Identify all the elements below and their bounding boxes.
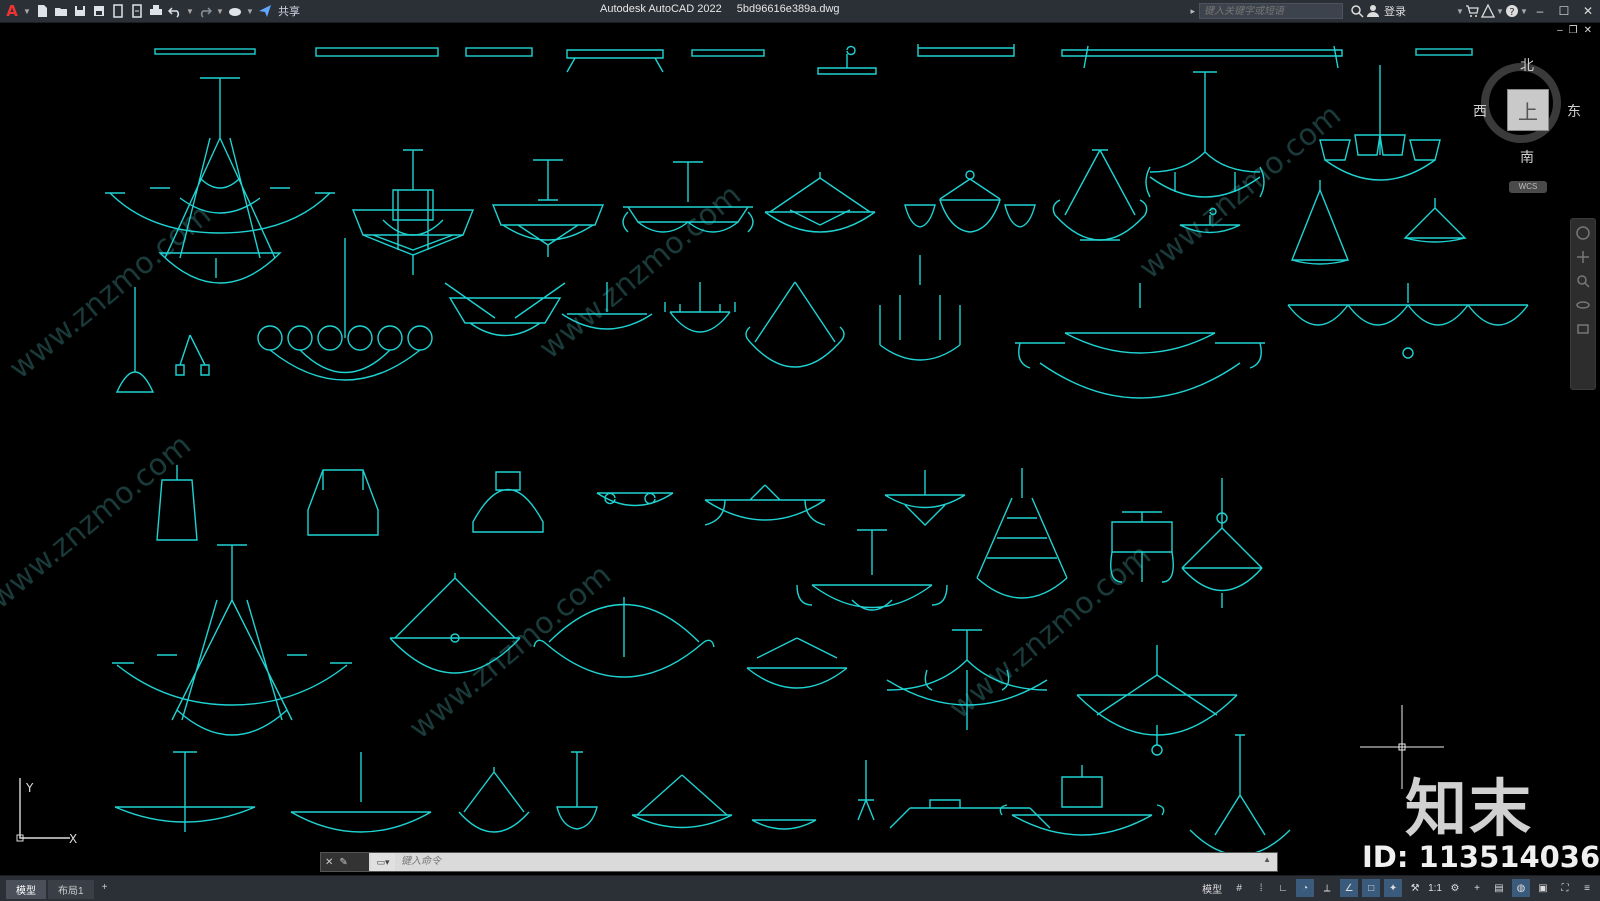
layout-tabs: 模型 布局1 +	[6, 880, 113, 899]
add-icon[interactable]: +	[1468, 879, 1486, 897]
watermark-text: www.znzmo.com	[403, 558, 618, 747]
command-close-icon[interactable]: ✕	[325, 857, 333, 868]
new-icon[interactable]	[34, 3, 50, 19]
ortho-icon[interactable]: ∟	[1274, 879, 1292, 897]
search-input[interactable]	[1199, 3, 1343, 19]
pan-icon[interactable]	[1575, 249, 1591, 265]
annotation-scale-value[interactable]: 1:1	[1428, 883, 1442, 894]
annotation-visibility-icon[interactable]: ✦	[1384, 879, 1403, 897]
snap-icon[interactable]: ⁞	[1252, 879, 1270, 897]
navigation-bar	[1570, 218, 1596, 390]
compass-south[interactable]: 南	[1520, 147, 1534, 167]
grid-icon[interactable]: #	[1230, 879, 1248, 897]
svg-text:?: ?	[1509, 7, 1514, 18]
showmotion-icon[interactable]	[1575, 321, 1591, 337]
isolate-objects-icon[interactable]: ◍	[1512, 879, 1530, 897]
ucs-x-label: X	[69, 832, 77, 846]
save-web-icon[interactable]	[129, 3, 145, 19]
user-icon[interactable]	[1365, 3, 1381, 19]
share-cloud-icon[interactable]	[227, 3, 243, 19]
share-button[interactable]: 共享	[278, 3, 300, 19]
command-line-controls: ✕ ✎	[321, 853, 369, 871]
send-icon[interactable]	[257, 3, 273, 19]
file-name: 5bd96616e389a.dwg	[736, 3, 840, 15]
minimize-icon[interactable]: –	[1528, 0, 1552, 22]
autodesk-app-icon[interactable]	[1480, 3, 1496, 19]
add-layout-button[interactable]: +	[96, 880, 114, 899]
command-line: ✕ ✎ ▭▾ ▲	[320, 852, 1278, 872]
help-icon[interactable]: ?	[1504, 3, 1520, 19]
app-menu-button[interactable]: A	[4, 2, 20, 20]
watermark-text: www.znzmo.com	[533, 178, 748, 367]
watermark-text: www.znzmo.com	[3, 198, 218, 387]
tab-model[interactable]: 模型	[6, 880, 46, 899]
compass-east[interactable]: 东	[1567, 101, 1581, 121]
workspace-caret-icon[interactable]: ▼	[246, 7, 254, 16]
watermark-id: ID: 1135140366	[1362, 840, 1600, 874]
annotation-scale-icon[interactable]: ⚒	[1406, 879, 1424, 897]
watermark-logo: 知末	[1405, 772, 1534, 845]
ucs-y-label: Y	[25, 781, 34, 795]
compass-west[interactable]: 西	[1473, 101, 1487, 121]
polar-tracking-icon[interactable]: ◔	[1296, 879, 1315, 897]
open-web-icon[interactable]	[110, 3, 126, 19]
object-snap-tracking-icon[interactable]: ∠	[1340, 879, 1359, 897]
redo-caret-icon[interactable]: ▼	[216, 7, 224, 16]
command-customize-icon[interactable]: ✎	[339, 857, 347, 868]
status-toggles: 模型 # ⁞ ∟ ◔ ⟂ ∠ □ ✦ ⚒ 1:1 ⚙ + ▤ ◍ ▣ ⛶ ≡	[1198, 879, 1596, 897]
object-snap-icon[interactable]: □	[1362, 879, 1381, 897]
command-input[interactable]	[399, 855, 1223, 868]
search-icon[interactable]	[1349, 3, 1365, 19]
isodraft-icon[interactable]: ⟂	[1318, 879, 1336, 897]
steering-wheel-icon[interactable]	[1575, 225, 1591, 241]
watermark-text: www.znzmo.com	[943, 538, 1158, 727]
save-as-icon[interactable]	[91, 3, 107, 19]
close-icon[interactable]: ✕	[1576, 0, 1600, 22]
units-icon[interactable]: ▤	[1490, 879, 1508, 897]
cart-icon[interactable]	[1464, 3, 1480, 19]
help-caret-icon[interactable]: ▼	[1520, 7, 1528, 16]
hardware-acceleration-icon[interactable]: ▣	[1534, 879, 1552, 897]
app-store-caret-icon[interactable]: ▼	[1496, 7, 1504, 16]
command-history-caret-icon[interactable]: ▲	[1263, 855, 1271, 864]
zoom-extents-icon[interactable]	[1575, 273, 1591, 289]
compass-north[interactable]: 北	[1520, 55, 1534, 75]
watermark-text: www.znzmo.com	[1133, 98, 1348, 287]
app-name: Autodesk AutoCAD 2022	[600, 3, 722, 15]
login-caret-icon[interactable]: ▼	[1456, 7, 1464, 16]
viewcube-top-face[interactable]: 上	[1507, 89, 1549, 131]
login-button[interactable]: 登录	[1384, 3, 1406, 19]
title-bar-right: ▸ 登录 ▼ ▼ ? ▼ – ☐ ✕	[1190, 0, 1600, 22]
search-expand-icon[interactable]: ▸	[1190, 6, 1195, 17]
open-icon[interactable]	[53, 3, 69, 19]
orbit-icon[interactable]	[1575, 297, 1591, 313]
title-bar: A ▼ ▼ ▼ ▼ 共享 Autodesk AutoCAD 2022 5bd96…	[0, 0, 1600, 23]
maximize-icon[interactable]: ☐	[1552, 0, 1576, 22]
clean-screen-icon[interactable]: ⛶	[1556, 879, 1574, 897]
customize-menu-icon[interactable]: ≡	[1578, 879, 1596, 897]
app-menu-caret-icon[interactable]: ▼	[23, 7, 31, 16]
settings-gear-icon[interactable]: ⚙	[1446, 879, 1464, 897]
status-bar: 模型 布局1 + 模型 # ⁞ ∟ ◔ ⟂ ∠ □ ✦ ⚒ 1:1 ⚙ + ▤ …	[0, 875, 1600, 901]
undo-caret-icon[interactable]: ▼	[186, 7, 194, 16]
redo-icon[interactable]	[197, 3, 213, 19]
command-recent-icon[interactable]: ▭▾	[371, 853, 395, 871]
wcs-menu[interactable]: WCS	[1509, 181, 1547, 193]
save-icon[interactable]	[72, 3, 88, 19]
plot-icon[interactable]	[148, 3, 164, 19]
watermark-text: www.znzmo.com	[0, 428, 198, 617]
undo-icon[interactable]	[167, 3, 183, 19]
quick-access-toolbar: A ▼ ▼ ▼ ▼ 共享	[0, 0, 300, 22]
model-space-button[interactable]: 模型	[1198, 881, 1226, 896]
viewcube[interactable]: 上 北 南 东 西 WCS	[1473, 55, 1585, 205]
ucs-icon: Y X	[16, 778, 77, 846]
tab-layout1[interactable]: 布局1	[48, 880, 94, 899]
window-title: Autodesk AutoCAD 2022 5bd96616e389a.dwg	[600, 3, 852, 15]
